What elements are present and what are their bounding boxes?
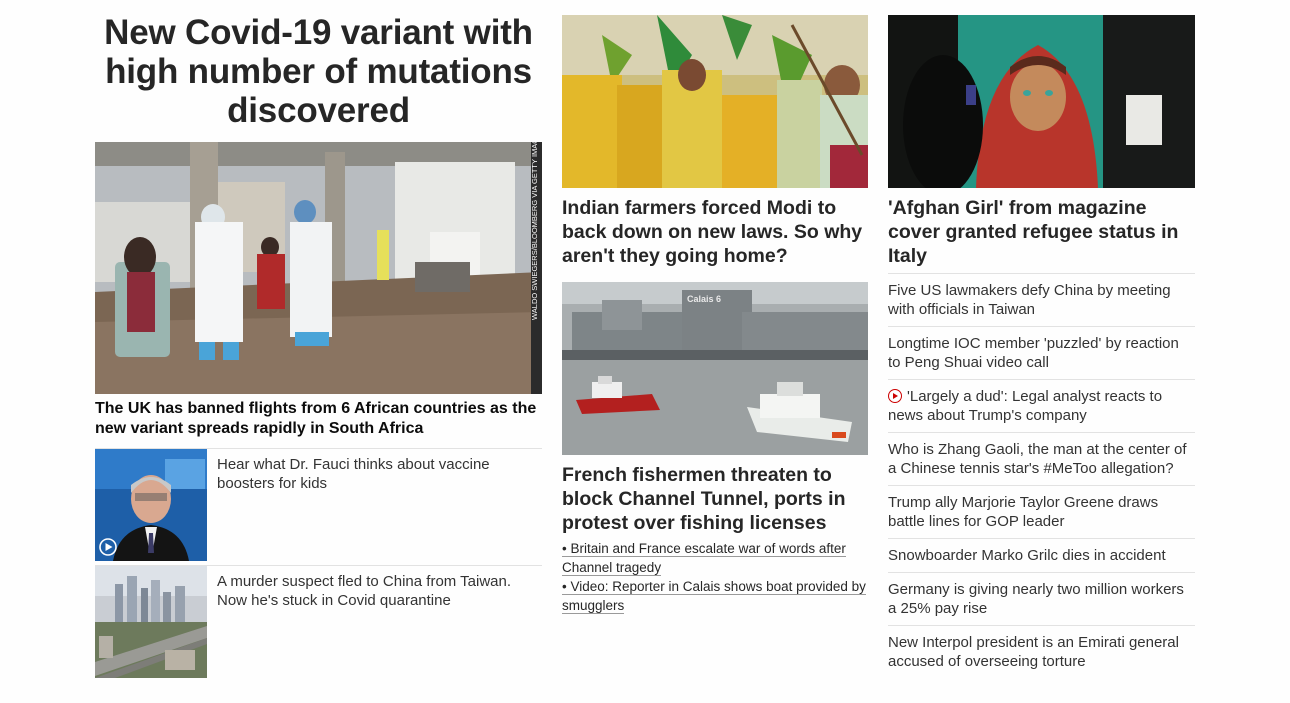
list-item-text: Hear what Dr. Fauci thinks about vaccine… <box>217 456 490 492</box>
list-item-us-lawmakers[interactable]: Five US lawmakers defy China by meeting … <box>888 281 1195 319</box>
calais-sign: Calais 6 <box>687 294 721 304</box>
related-link-text: • Britain and France escalate war of wor… <box>562 541 846 576</box>
list-item-zhang-gaoli[interactable]: Who is Zhang Gaoli, the man at the cente… <box>888 440 1195 478</box>
divider <box>888 432 1195 433</box>
image-calais-port[interactable]: Calais 6 <box>562 282 868 455</box>
related-link-calais-video[interactable]: • Video: Reporter in Calais shows boat p… <box>562 577 868 615</box>
image-afghan-girl[interactable] <box>888 15 1195 188</box>
image-indian-farmers[interactable] <box>562 15 868 188</box>
list-item-germany-pay[interactable]: Germany is giving nearly two million wor… <box>888 580 1195 618</box>
divider <box>888 485 1195 486</box>
divider <box>888 572 1195 573</box>
list-item-ioc-member[interactable]: Longtime IOC member 'puzzled' by reactio… <box>888 334 1195 372</box>
thumbnail-fauci <box>95 449 207 561</box>
top-story-column: New Covid-19 variant with high number of… <box>95 13 542 678</box>
list-item-interpol[interactable]: New Interpol president is an Emirati gen… <box>888 633 1195 671</box>
list-item-legal-analyst[interactable]: 'Largely a dud': Legal analyst reacts to… <box>888 387 1195 425</box>
video-play-icon <box>888 389 902 403</box>
hero-caption-link[interactable]: The UK has banned flights from 6 African… <box>95 399 542 439</box>
list-item-taiwan-suspect[interactable]: A murder suspect fled to China from Taiw… <box>95 566 542 678</box>
divider <box>888 625 1195 626</box>
hero-image-covid-testing[interactable]: WALDO SWIEGERS/BLOOMBERG VIA GETTY IMAGE… <box>95 142 542 394</box>
headline-french-fishermen[interactable]: French fishermen threaten to block Chann… <box>562 463 868 535</box>
related-link-text: • Video: Reporter in Calais shows boat p… <box>562 579 866 614</box>
divider <box>888 379 1195 380</box>
list-item-text: 'Largely a dud': Legal analyst reacts to… <box>888 388 1163 424</box>
divider <box>888 326 1195 327</box>
headline-afghan-girl[interactable]: 'Afghan Girl' from magazine cover grante… <box>888 196 1195 268</box>
related-link-britain-france[interactable]: • Britain and France escalate war of wor… <box>562 539 868 577</box>
thumbnail-city-highway <box>95 566 207 678</box>
main-headline[interactable]: New Covid-19 variant with high number of… <box>95 13 542 130</box>
hero-credit: WALDO SWIEGERS/BLOOMBERG VIA GETTY IMAGE… <box>530 142 539 320</box>
divider <box>888 538 1195 539</box>
list-item-snowboarder[interactable]: Snowboarder Marko Grilc dies in accident <box>888 546 1195 565</box>
list-item-text: A murder suspect fled to China from Taiw… <box>217 573 512 609</box>
divider <box>888 273 1195 274</box>
list-item-mtg[interactable]: Trump ally Marjorie Taylor Greene draws … <box>888 493 1195 531</box>
list-item-fauci[interactable]: Hear what Dr. Fauci thinks about vaccine… <box>95 449 542 561</box>
headline-indian-farmers[interactable]: Indian farmers forced Modi to back down … <box>562 196 868 268</box>
